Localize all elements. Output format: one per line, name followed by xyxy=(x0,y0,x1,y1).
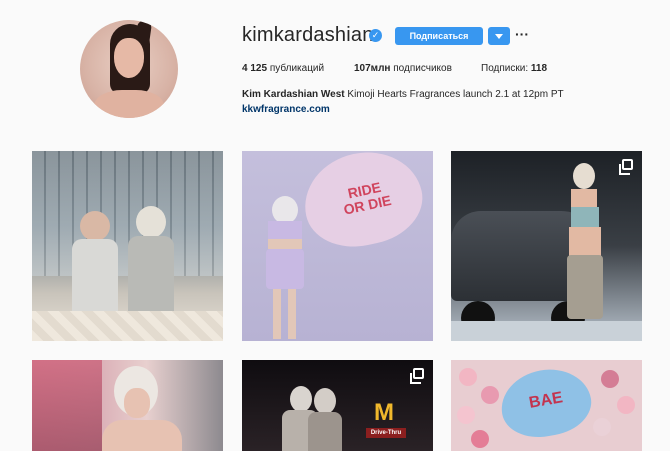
verified-badge-icon: ✓ xyxy=(369,29,382,42)
following-label: Подписки: xyxy=(481,63,529,74)
post-tile[interactable]: M Drive-Thru xyxy=(242,360,433,451)
follow-button[interactable]: Подписаться xyxy=(395,27,483,45)
chevron-down-icon xyxy=(495,34,503,39)
bio-text: Kimoji Hearts Fragrances launch 2.1 at 1… xyxy=(347,89,564,100)
post-tile[interactable] xyxy=(32,360,223,451)
drive-thru-sign: Drive-Thru xyxy=(366,428,406,438)
avatar-shoulder xyxy=(94,90,164,118)
posts-label: публикаций xyxy=(269,63,325,74)
profile-avatar[interactable] xyxy=(80,20,178,118)
following-count: 118 xyxy=(530,63,548,74)
bio-full-name: Kim Kardashian West xyxy=(242,89,345,100)
followers-count: 107млн xyxy=(354,63,391,74)
post-tile[interactable]: RIDE OR DIE xyxy=(242,151,433,341)
mcdonalds-sign: M xyxy=(374,399,394,426)
stat-followers[interactable]: 107млн подписчиков xyxy=(354,63,452,74)
suggestions-dropdown-button[interactable] xyxy=(488,27,510,45)
profile-bio: Kim Kardashian West Kimoji Hearts Fragra… xyxy=(242,89,564,100)
posts-count: 4 125 xyxy=(242,63,268,74)
profile-username: kimkardashian xyxy=(242,24,374,46)
bio-website-link[interactable]: kkwfragrance.com xyxy=(242,104,330,115)
post-tile[interactable] xyxy=(32,151,223,341)
post-tile[interactable]: BAE xyxy=(451,360,642,451)
avatar-face xyxy=(114,38,144,78)
multiple-photos-icon xyxy=(619,159,633,175)
stat-following[interactable]: Подписки: 118 xyxy=(481,63,547,74)
stat-posts: 4 125 публикаций xyxy=(242,63,324,74)
more-options-icon[interactable]: ··· xyxy=(515,26,529,44)
multiple-photos-icon xyxy=(410,368,424,384)
followers-label: подписчиков xyxy=(393,63,452,74)
post-tile[interactable] xyxy=(451,151,642,341)
